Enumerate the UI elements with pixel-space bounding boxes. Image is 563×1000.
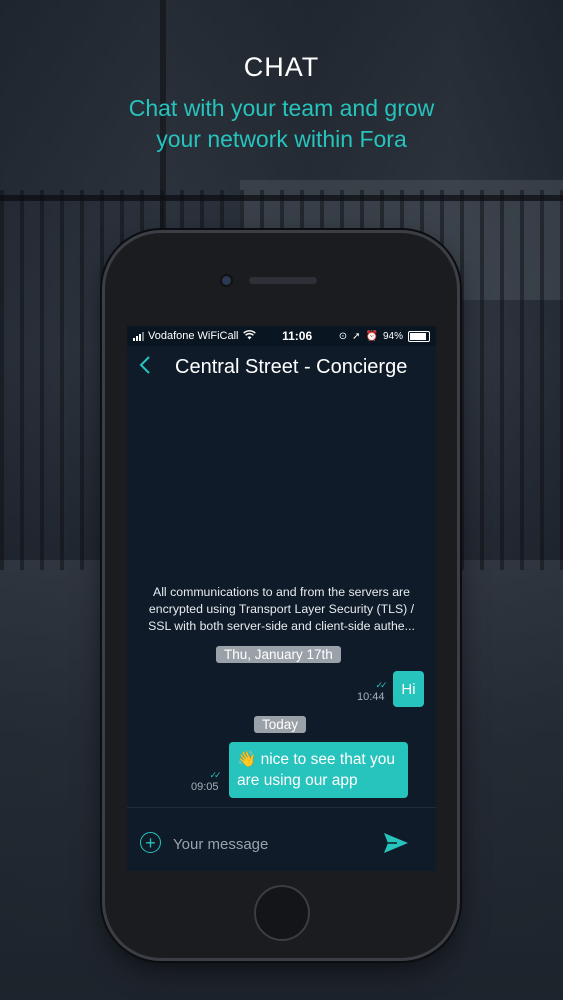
date-separator-today: Today [254, 716, 307, 733]
phone-volume-down [101, 432, 104, 482]
waving-hand-emoji: 👋 [237, 751, 257, 768]
add-circle-icon[interactable]: + [140, 832, 161, 853]
encryption-notice-line-3: SSL with both server-side and client-sid… [148, 619, 415, 633]
outgoing-message-bubble[interactable]: 👋 nice to see that you are using our app [229, 742, 408, 798]
encryption-notice: All communications to and from the serve… [127, 584, 436, 635]
phone-speaker [249, 277, 317, 284]
headline-subtitle-line-2: your network within Fora [156, 126, 407, 152]
location-icon: ➚ [352, 330, 361, 342]
home-button[interactable] [254, 885, 310, 941]
alarm-icon: ⏰ [365, 330, 378, 342]
status-left: Vodafone WiFiCall [133, 329, 256, 343]
encryption-notice-line-2: encrypted using Transport Layer Security… [148, 602, 415, 616]
headline: CHAT Chat with your team and grow your n… [0, 52, 563, 155]
double-check-icon: ✓✓ [375, 680, 387, 690]
phone-camera [222, 276, 231, 285]
headline-title: CHAT [243, 52, 320, 82]
headline-subtitle: Chat with your team and grow your networ… [0, 93, 563, 155]
wifi-icon [242, 329, 256, 343]
phone-volume-up [101, 370, 104, 420]
phone-screen: Vodafone WiFiCall 11:06 ⊙ ➚ ⏰ 94% Centra… [127, 326, 436, 871]
message-text: nice to see that you [256, 751, 396, 768]
message-text-line-2: are using our app [237, 772, 358, 789]
background-fence-rail [0, 195, 563, 201]
status-right: ⊙ ➚ ⏰ 94% [338, 330, 430, 342]
chat-header: Central Street - Concierge [127, 346, 436, 386]
phone-power-button [458, 390, 461, 440]
outgoing-message-bubble[interactable]: Hi [393, 671, 424, 707]
message-text-line-1: 👋 nice to see that you [237, 749, 400, 770]
status-time: 11:06 [282, 329, 313, 343]
phone-mute-switch [101, 318, 104, 344]
message-input[interactable] [171, 832, 375, 856]
headline-subtitle-line-1: Chat with your team and grow [128, 95, 435, 121]
battery-percent: 94% [382, 330, 403, 342]
message-text: Hi [401, 680, 416, 698]
message-time: 10:44 [357, 691, 385, 703]
signal-icon [133, 331, 144, 341]
message-meta: ✓✓ 09:05 [191, 770, 221, 793]
chat-title: Central Street - Concierge [175, 356, 408, 378]
status-bar: Vodafone WiFiCall 11:06 ⊙ ➚ ⏰ 94% [127, 326, 436, 346]
date-separator: Thu, January 17th [216, 646, 341, 663]
message-meta: ✓✓ 10:44 [357, 680, 387, 703]
double-check-icon: ✓✓ [209, 770, 221, 780]
encryption-notice-line-1: All communications to and from the serve… [153, 585, 410, 599]
send-icon[interactable] [383, 832, 409, 854]
message-time: 09:05 [191, 781, 219, 793]
message-composer: + [127, 807, 436, 871]
battery-icon [408, 330, 430, 342]
carrier-label: Vodafone WiFiCall [148, 330, 239, 342]
rotation-lock-icon: ⊙ [338, 330, 348, 342]
back-chevron-icon[interactable] [139, 355, 151, 381]
